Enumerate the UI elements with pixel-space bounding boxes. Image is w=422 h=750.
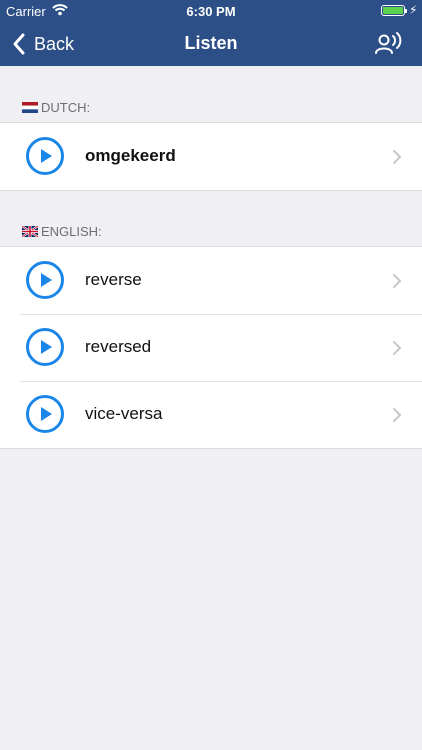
list-item[interactable]: omgekeerd: [0, 123, 422, 190]
word-label: reversed: [85, 337, 152, 356]
netherlands-flag-icon: [22, 102, 38, 113]
list-item[interactable]: reversed: [0, 314, 422, 381]
page-title: Listen: [184, 33, 238, 53]
navigation-bar: Back Listen: [0, 22, 422, 66]
section-header-label: DUTCH:: [41, 100, 91, 115]
section-header-label: ENGLISH:: [41, 224, 102, 239]
battery-tip: [405, 9, 407, 13]
section-header-dutch: DUTCH:: [22, 100, 90, 115]
play-icon[interactable]: [26, 328, 64, 366]
top-bar: Carrier 6:30 PM ⚡ Back Listen: [0, 0, 422, 66]
chevron-right-icon: [393, 150, 402, 164]
chevron-right-icon: [393, 274, 402, 288]
battery-icon: [381, 5, 405, 16]
english-word-list: reverse reversed vice-versa: [0, 246, 422, 449]
speaker-settings-button[interactable]: [374, 32, 404, 56]
word-label: vice-versa: [85, 404, 163, 423]
section-header-english: ENGLISH:: [22, 224, 102, 239]
chevron-right-icon: [393, 408, 402, 422]
uk-flag-icon: [22, 226, 38, 237]
dutch-word-list: omgekeerd: [0, 122, 422, 191]
status-time: 6:30 PM: [186, 4, 236, 19]
word-label: omgekeerd: [85, 146, 176, 165]
list-item[interactable]: reverse: [0, 247, 422, 314]
voice-person-icon: [375, 32, 402, 54]
play-icon[interactable]: [26, 395, 64, 433]
word-label: reverse: [85, 270, 142, 289]
list-item[interactable]: vice-versa: [0, 381, 422, 448]
chevron-right-icon: [393, 341, 402, 355]
status-bar: Carrier 6:30 PM ⚡: [0, 0, 422, 22]
charging-icon: ⚡: [409, 3, 418, 17]
play-icon[interactable]: [26, 137, 64, 175]
play-icon[interactable]: [26, 261, 64, 299]
